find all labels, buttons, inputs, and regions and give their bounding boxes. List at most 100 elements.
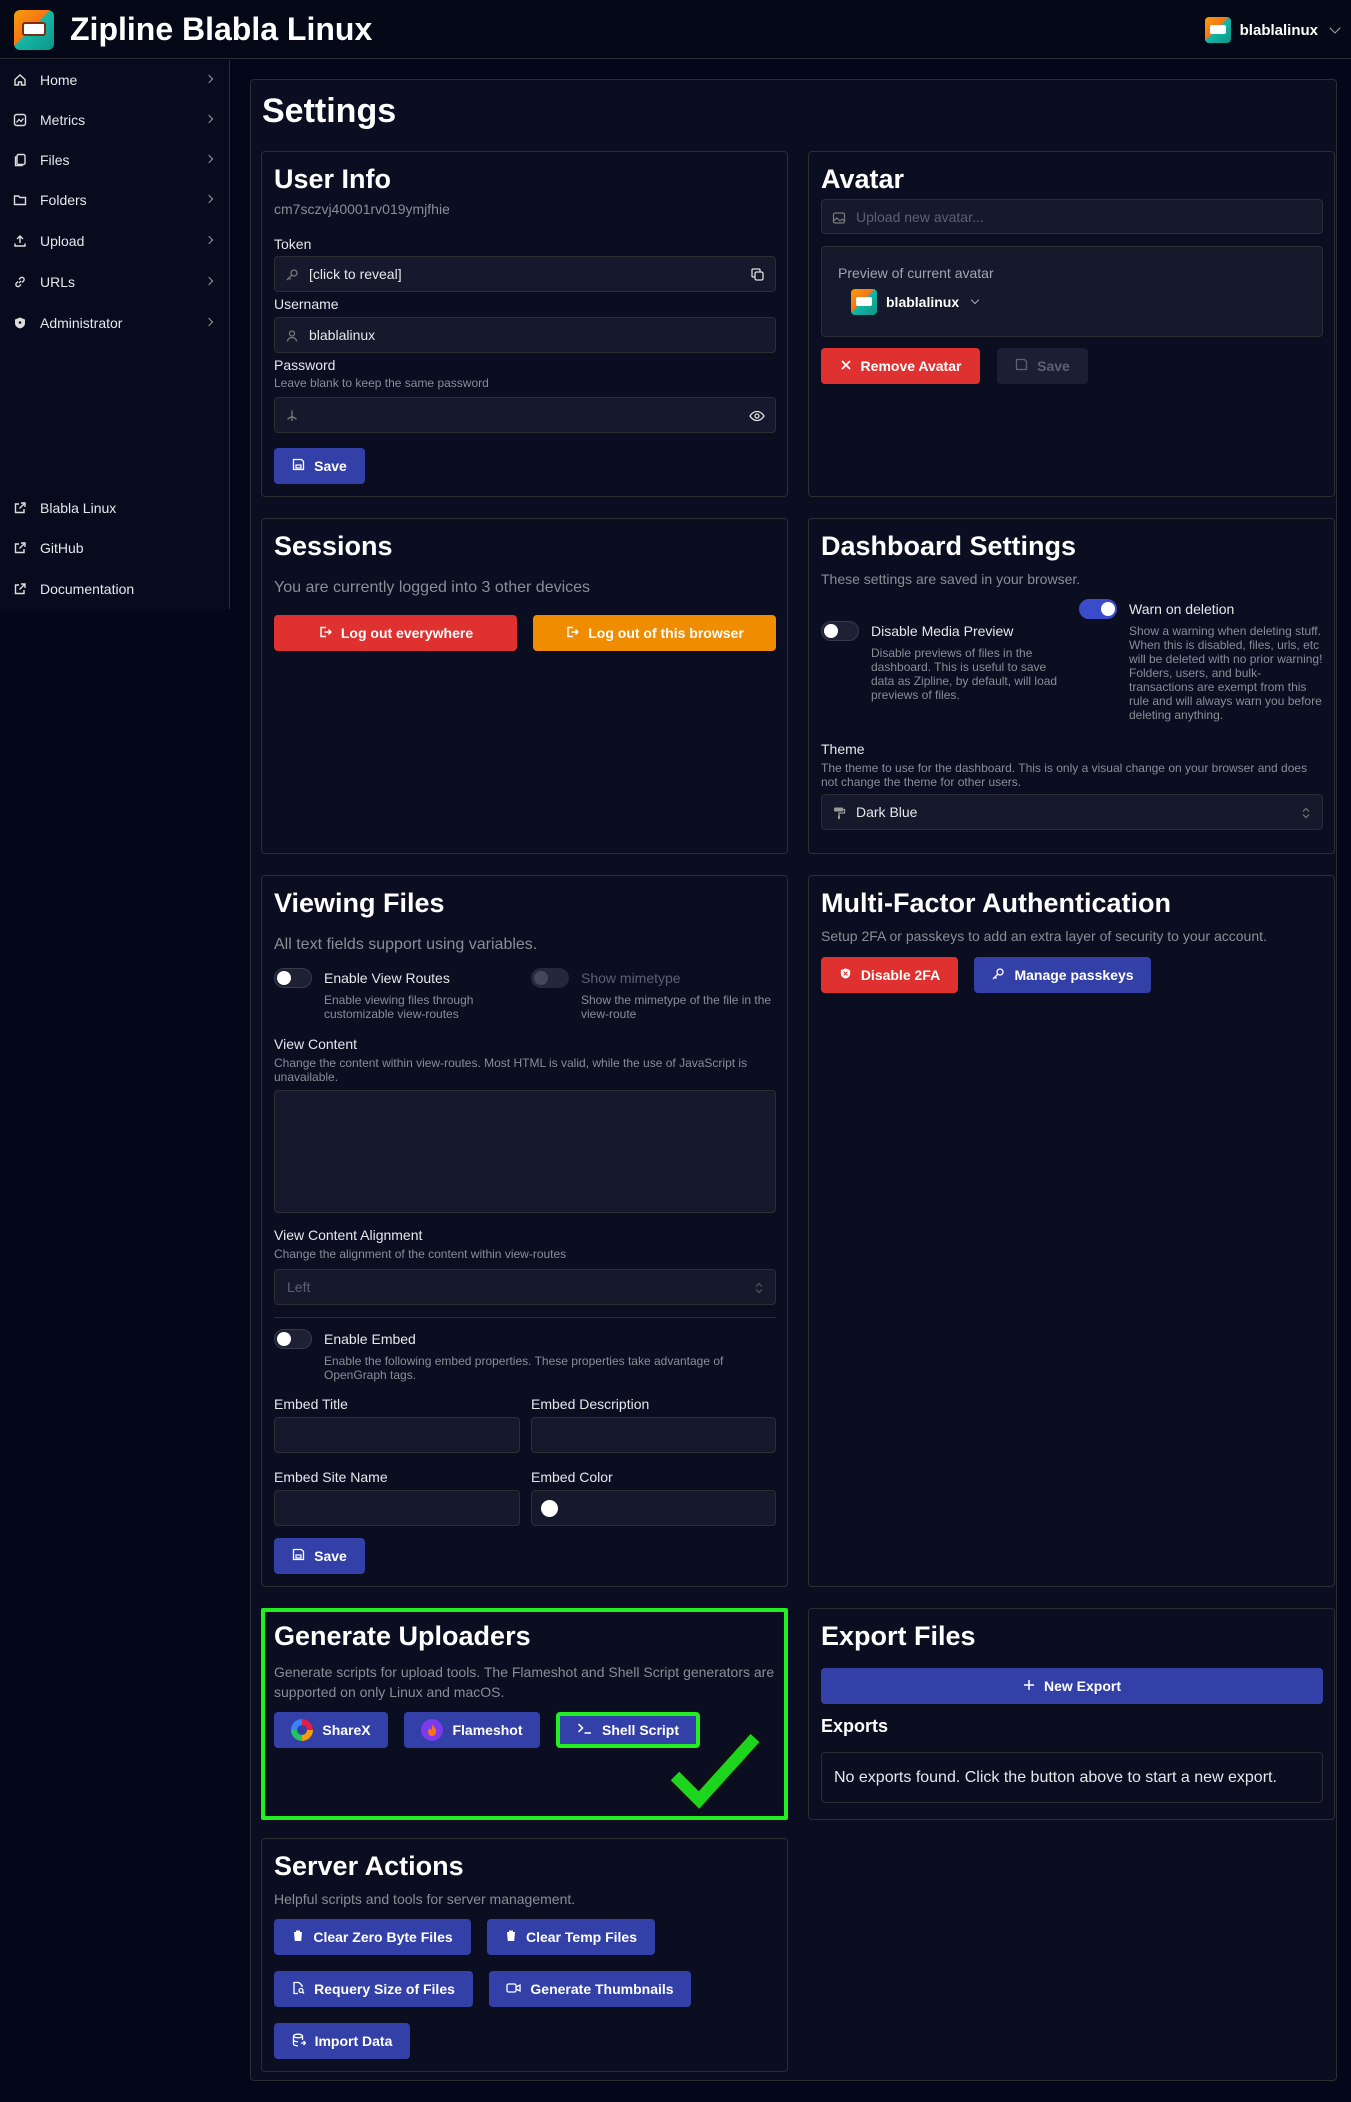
sidebar-item-folders[interactable]: Folders (0, 180, 230, 220)
preview-name: blablalinux (886, 294, 960, 310)
sidebar-link-documentation[interactable]: Documentation (0, 569, 230, 609)
embed-color-input[interactable] (531, 1490, 776, 1526)
paint-roller-icon (832, 806, 846, 820)
flameshot-button[interactable]: Flameshot (404, 1712, 540, 1748)
button-label: Import Data (314, 2033, 393, 2049)
image-icon (832, 211, 846, 225)
alignment-select[interactable]: Left (274, 1269, 776, 1305)
generate-thumbnails-button[interactable]: Generate Thumbnails (489, 1971, 691, 2007)
enable-view-routes-toggle[interactable] (274, 968, 312, 988)
chevron-down-icon (970, 295, 980, 305)
import-data-button[interactable]: Import Data (274, 2023, 410, 2059)
logout-browser-button[interactable]: Log out of this browser (533, 615, 776, 651)
button-label: ShareX (322, 1722, 371, 1738)
password-label: Password (274, 357, 336, 373)
logout-icon (318, 625, 332, 642)
save-icon (1015, 358, 1028, 374)
enable-embed-toggle[interactable] (274, 1329, 312, 1349)
warn-on-deletion-toggle[interactable] (1079, 599, 1117, 619)
alignment-desc: Change the alignment of the content with… (274, 1247, 567, 1261)
sidebar-item-label: Folders (40, 192, 87, 208)
app-header: Zipline Blabla Linux blablalinux (0, 0, 1351, 59)
embed-site-input[interactable] (274, 1490, 520, 1526)
avatar-upload-input[interactable]: Upload new avatar... (821, 199, 1323, 234)
token-value: [click to reveal] (309, 266, 402, 282)
button-label: Remove Avatar (860, 358, 962, 374)
theme-select[interactable]: Dark Blue (821, 794, 1323, 830)
sidebar-item-urls[interactable]: URLs (0, 262, 230, 302)
sidebar-link-github[interactable]: GitHub (0, 528, 230, 568)
logout-icon (565, 625, 580, 642)
embed-description-input[interactable] (531, 1417, 776, 1453)
copy-icon[interactable] (750, 267, 765, 285)
disable-2fa-button[interactable]: Disable 2FA (821, 957, 958, 993)
view-content-desc: Change the content within view-routes. M… (274, 1056, 748, 1084)
viewing-save-button[interactable]: Save (274, 1538, 365, 1574)
asterisk-icon (285, 409, 299, 423)
view-content-textarea[interactable] (274, 1090, 776, 1213)
sidebar-item-files[interactable]: Files (0, 140, 230, 180)
uploaders-desc: Generate scripts for upload tools. The F… (274, 1664, 775, 1700)
clear-zero-byte-button[interactable]: Clear Zero Byte Files (274, 1919, 471, 1955)
clear-temp-button[interactable]: Clear Temp Files (487, 1919, 655, 1955)
sidebar-item-metrics[interactable]: Metrics (0, 100, 230, 140)
alignment-value: Left (287, 1279, 311, 1295)
sidebar-link-label: Documentation (40, 581, 135, 597)
theme-desc: The theme to use for the dashboard. This… (821, 761, 1308, 789)
user-info-save-button[interactable]: Save (274, 448, 365, 484)
logout-everywhere-button[interactable]: Log out everywhere (274, 615, 517, 651)
selector-icon (1302, 806, 1310, 822)
preview-label: Preview of current avatar (838, 265, 994, 281)
embed-title-label: Embed Title (274, 1396, 348, 1412)
sidebar-link-label: Blabla Linux (40, 500, 117, 516)
home-icon (13, 73, 27, 87)
requery-size-button[interactable]: Requery Size of Files (274, 1971, 473, 2007)
button-label: Save (314, 458, 347, 474)
link-icon (13, 275, 27, 289)
avatar-save-button[interactable]: Save (997, 348, 1088, 384)
embed-label: Enable Embed (324, 1331, 416, 1347)
button-label: Manage passkeys (1014, 967, 1134, 983)
shield-icon (839, 967, 852, 983)
key-icon (285, 268, 299, 282)
user-menu[interactable]: blablalinux (1204, 15, 1341, 45)
trash-icon (505, 1929, 517, 1945)
password-field[interactable] (274, 397, 776, 433)
username-field[interactable]: blablalinux (274, 317, 776, 353)
app-logo[interactable] (14, 10, 54, 50)
sidebar-item-upload[interactable]: Upload (0, 221, 230, 261)
button-label: Flameshot (452, 1722, 523, 1738)
button-label: Log out everywhere (340, 625, 474, 641)
sidebar-item-home[interactable]: Home (0, 60, 230, 100)
avatar (851, 289, 877, 315)
new-export-button[interactable]: New Export (821, 1668, 1323, 1704)
folder-icon (13, 193, 27, 207)
button-label: Clear Zero Byte Files (313, 1929, 453, 1945)
embed-title-input[interactable] (274, 1417, 520, 1453)
user-id: cm7sczvj40001rv019ymjfhie (274, 201, 450, 217)
token-field[interactable]: [click to reveal] (274, 256, 776, 292)
card-title: Sessions (274, 531, 393, 561)
button-label: Requery Size of Files (314, 1981, 455, 1997)
database-import-icon (292, 2033, 307, 2050)
button-label: Log out of this browser (588, 625, 744, 641)
dashboard-desc: These settings are saved in your browser… (821, 571, 1081, 587)
mfa-desc: Setup 2FA or passkeys to add an extra la… (821, 928, 1267, 944)
eye-icon[interactable] (749, 409, 765, 426)
dashboard-settings-card: Dashboard Settings These settings are sa… (808, 518, 1335, 854)
view-routes-label: Enable View Routes (324, 970, 450, 986)
sidebar-link-blabla-linux[interactable]: Blabla Linux (0, 488, 230, 528)
chart-icon (13, 113, 27, 127)
theme-value: Dark Blue (856, 804, 918, 820)
remove-avatar-button[interactable]: Remove Avatar (821, 348, 980, 384)
disable-media-preview-toggle[interactable] (821, 621, 859, 641)
sidebar-item-administrator[interactable]: Administrator (0, 303, 230, 343)
sessions-desc: You are currently logged into 3 other de… (274, 579, 591, 596)
export-files-card: Export Files New Export Exports No expor… (808, 1608, 1335, 1820)
manage-passkeys-button[interactable]: Manage passkeys (974, 957, 1151, 993)
checkmark-icon (667, 1731, 763, 1815)
sharex-button[interactable]: ShareX (274, 1712, 388, 1748)
settings-panel: Settings User Info cm7sczvj40001rv019ymj… (250, 79, 1337, 2081)
show-mimetype-toggle[interactable] (531, 968, 569, 988)
save-icon (292, 458, 305, 474)
